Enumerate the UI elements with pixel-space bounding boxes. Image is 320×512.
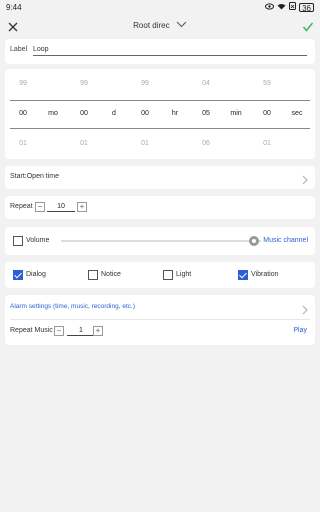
picker-hour-below: 01 [141, 140, 149, 147]
repeat-music-decrement-button[interactable]: − [54, 326, 64, 336]
battery-icon: 36 [299, 3, 314, 13]
picker-day-above: 99 [80, 80, 88, 87]
alarm-card: Alarm settings (time, music, recording, … [5, 295, 315, 345]
picker-month-above: 99 [19, 80, 27, 87]
start-row[interactable]: Start:Open time [5, 166, 315, 189]
label-field-label: Label [10, 46, 28, 53]
label-card: Label [5, 39, 315, 64]
repeat-decrement-button[interactable]: − [35, 202, 45, 212]
repeat-increment-button[interactable]: + [77, 202, 87, 212]
play-button[interactable]: Play [293, 327, 307, 334]
volume-checkbox[interactable] [13, 236, 23, 246]
chevron-down-icon [176, 21, 187, 30]
picker-divider-top [10, 100, 310, 101]
notice-checkbox[interactable] [88, 270, 98, 280]
picker-divider-bottom [10, 128, 310, 129]
picker-unit-minute: min [230, 110, 242, 117]
picker-unit-second: sec [291, 110, 303, 117]
picker-minute-value[interactable]: 05 [202, 110, 210, 117]
page-title: Root direc [133, 21, 170, 30]
vibration-checkbox[interactable] [238, 270, 248, 280]
start-label: Start:Open time [10, 173, 60, 180]
music-channel-link[interactable]: Music channel [263, 237, 308, 244]
eye-icon [265, 2, 275, 13]
repeat-count-input[interactable] [47, 201, 75, 212]
repeat-card: Repeat − + [5, 196, 315, 219]
confirm-check-icon[interactable] [302, 20, 314, 32]
picker-minute-below: 06 [202, 140, 210, 147]
picker-second-above: 59 [263, 80, 271, 87]
top-bar: Root direc [0, 16, 320, 40]
status-bar: 9:44 36 [0, 0, 320, 14]
chevron-right-icon [302, 172, 308, 190]
dialog-checkbox[interactable] [13, 270, 23, 280]
status-icons: 36 [265, 2, 314, 13]
picker-minute-above: 04 [202, 80, 210, 87]
alarm-divider [10, 319, 310, 320]
repeat-music-input[interactable] [67, 325, 95, 336]
volume-card: Volume Music channel [5, 227, 315, 255]
picker-unit-month: mo [48, 110, 58, 117]
time-picker[interactable]: 99 99 99 04 59 00 mo 00 d 00 hr 05 min 0… [5, 69, 315, 159]
label-input[interactable] [33, 43, 307, 56]
volume-slider-track[interactable] [61, 240, 261, 242]
notice-label: Notice [101, 271, 121, 278]
alarm-settings-link[interactable]: Alarm settings (time, music, recording, … [10, 303, 135, 310]
wifi-icon [277, 3, 286, 13]
status-time: 9:44 [6, 3, 22, 12]
chevron-right-icon [302, 302, 308, 320]
repeat-music-increment-button[interactable]: + [93, 326, 103, 336]
light-checkbox[interactable] [163, 270, 173, 280]
no-sim-icon [289, 2, 297, 13]
directory-selector[interactable]: Root direc [0, 21, 320, 30]
picker-day-below: 01 [80, 140, 88, 147]
picker-second-below: 01 [263, 140, 271, 147]
picker-unit-hour: hr [171, 110, 179, 117]
picker-day-value[interactable]: 00 [80, 110, 88, 117]
dialog-label: Dialog [26, 271, 46, 278]
repeat-label: Repeat [10, 203, 33, 210]
picker-unit-day: d [112, 110, 116, 117]
repeat-music-label: Repeat Music [10, 327, 53, 334]
picker-month-value[interactable]: 00 [19, 110, 27, 117]
picker-hour-value[interactable]: 00 [141, 110, 149, 117]
volume-label: Volume [26, 237, 50, 244]
light-label: Light [176, 271, 192, 278]
alert-options-card: Dialog Notice Light Vibration [5, 262, 315, 288]
picker-second-value[interactable]: 00 [263, 110, 271, 117]
picker-hour-above: 99 [141, 80, 149, 87]
picker-month-below: 01 [19, 140, 27, 147]
vibration-label: Vibration [251, 271, 279, 278]
volume-slider-thumb[interactable] [249, 236, 259, 246]
